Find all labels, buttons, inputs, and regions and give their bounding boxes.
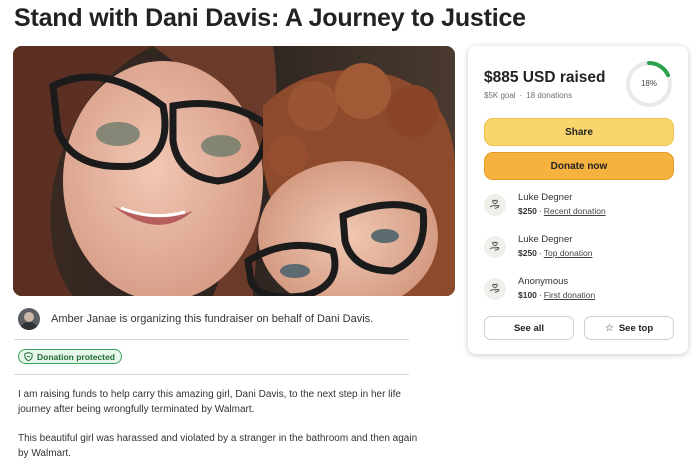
- organizer-row: Amber Janae is organizing this fundraise…: [18, 306, 410, 332]
- donor-meta: $250 · Top donation: [518, 248, 592, 258]
- campaign-photo-image: [13, 46, 455, 296]
- donation-item: Luke Degner $250 · Recent donation: [484, 192, 674, 222]
- goal-amount: $5K goal: [484, 91, 516, 100]
- donation-protected-badge[interactable]: Donation protected: [18, 349, 122, 364]
- top-donation-link[interactable]: Top donation: [544, 248, 593, 258]
- shield-icon: [24, 352, 33, 361]
- star-icon: ☆: [604, 322, 614, 334]
- separator: ·: [538, 248, 542, 258]
- campaign-photo: [13, 46, 455, 296]
- see-top-label: See top: [618, 322, 654, 334]
- see-all-button[interactable]: See all: [484, 316, 574, 340]
- donate-now-button[interactable]: Donate now: [484, 152, 674, 180]
- story-paragraph: This beautiful girl was harassed and vio…: [18, 433, 418, 459]
- amount-raised: $885 USD raised: [484, 69, 606, 86]
- separator: ·: [538, 206, 542, 216]
- goal-line: $5K goal · 18 donations: [484, 91, 572, 100]
- donation-hand-icon: [484, 194, 506, 216]
- see-top-button[interactable]: ☆ See top: [584, 316, 674, 340]
- separator: ·: [519, 91, 523, 100]
- story-paragraph: I am raising funds to help carry this am…: [18, 389, 401, 415]
- organizer-avatar[interactable]: [18, 308, 40, 330]
- donation-hand-icon: [484, 236, 506, 258]
- divider: [14, 339, 409, 340]
- donation-amount: $250: [518, 206, 537, 216]
- donor-meta: $250 · Recent donation: [518, 206, 606, 216]
- donation-count: 18 donations: [526, 91, 573, 100]
- donation-card: $885 USD raised $5K goal · 18 donations 18…: [468, 46, 688, 354]
- donation-amount: $100: [518, 290, 537, 300]
- divider: [14, 374, 409, 375]
- donor-name: Luke Degner: [518, 192, 573, 203]
- progress-percent: 18%: [640, 79, 657, 88]
- badge-label: Donation protected: [37, 351, 115, 362]
- page-title: Stand with Dani Davis: A Journey to Just…: [14, 4, 526, 32]
- donor-name: Anonymous: [518, 276, 569, 287]
- donation-item: Luke Degner $250 · Top donation: [484, 234, 674, 264]
- separator: ·: [538, 290, 542, 300]
- donor-name: Luke Degner: [518, 234, 573, 245]
- share-button[interactable]: Share: [484, 118, 674, 146]
- donation-item: Anonymous $100 · First donation: [484, 276, 674, 306]
- donor-meta: $100 · First donation: [518, 290, 595, 300]
- donation-amount: $250: [518, 248, 537, 258]
- first-donation-link[interactable]: First donation: [544, 290, 596, 300]
- donation-hand-icon: [484, 278, 506, 300]
- recent-donation-link[interactable]: Recent donation: [544, 206, 606, 216]
- organizer-text: Amber Janae is organizing this fundraise…: [51, 313, 374, 325]
